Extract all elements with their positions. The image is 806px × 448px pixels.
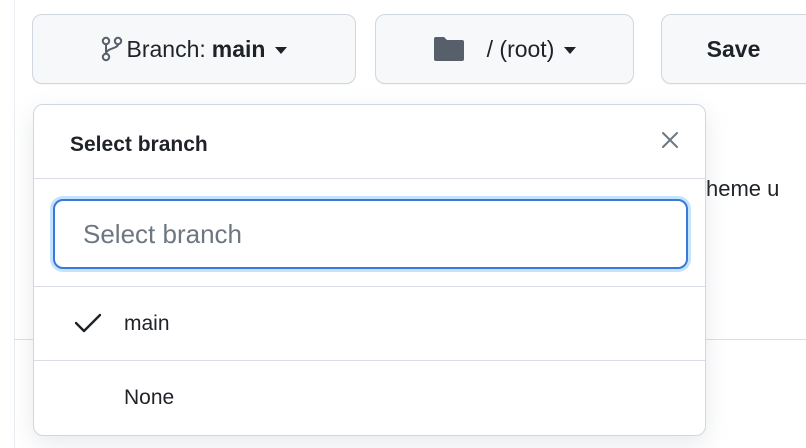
branch-select-menu: Select branch main None [33, 104, 706, 436]
branch-option-label: main [124, 311, 170, 335]
branch-menu-title: Select branch [70, 133, 208, 156]
save-button[interactable]: Save [661, 14, 806, 84]
branch-filter-area [34, 179, 705, 287]
folder-path-label: / (root) [486, 35, 555, 62]
branch-name-label: main [211, 35, 266, 62]
branch-select-button[interactable]: Branch: main [32, 14, 356, 84]
save-button-label: Save [706, 35, 761, 62]
background-text: heme u [706, 176, 780, 201]
branch-option-label: None [124, 386, 175, 409]
git-branch-icon [101, 36, 123, 62]
check-icon [74, 312, 102, 334]
page-edge [0, 0, 15, 448]
folder-icon [433, 36, 465, 62]
close-icon[interactable] [657, 127, 683, 153]
branch-filter-input[interactable] [53, 199, 688, 269]
branch-option-none[interactable]: None [34, 361, 705, 435]
folder-select-button[interactable]: / (root) [375, 14, 634, 84]
triangle-down-icon [275, 47, 288, 54]
branch-prefix-label: Branch: [126, 35, 206, 62]
github-pages-settings: heme u Branch: main / (root) Save Select… [0, 0, 806, 448]
branch-menu-header: Select branch [34, 105, 705, 179]
branch-option-main[interactable]: main [34, 287, 705, 361]
triangle-down-icon [564, 47, 577, 54]
